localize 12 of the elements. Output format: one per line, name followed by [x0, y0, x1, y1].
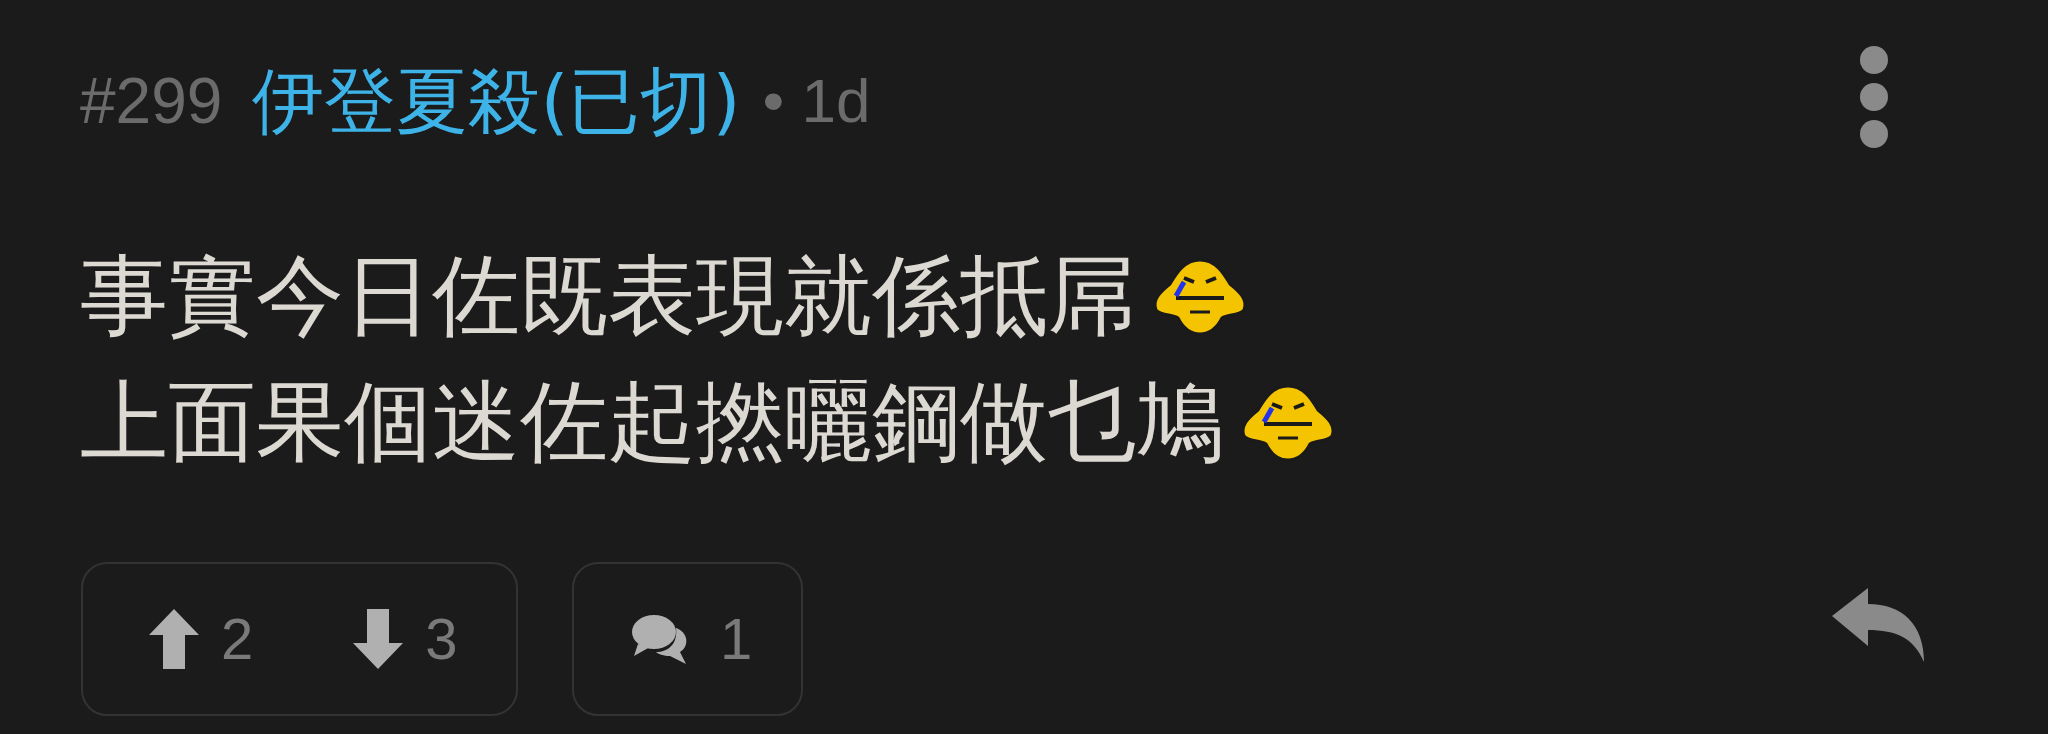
upvote-arrow-icon[interactable]: [149, 609, 199, 669]
author-name[interactable]: 伊登夏殺(已切): [252, 65, 741, 137]
comments-button[interactable]: 1: [572, 562, 803, 716]
downvote-arrow-icon[interactable]: [353, 609, 404, 669]
reply-icon[interactable]: [1832, 588, 1926, 662]
downvote-count: 3: [425, 610, 458, 668]
post-time: • 1d: [762, 70, 871, 132]
upvote-count: 2: [221, 610, 254, 668]
more-options-icon[interactable]: [1858, 44, 1890, 150]
comment-line: 上面果個迷佐起撚曬鋼做乜鳩: [80, 378, 1224, 466]
post-number: #299: [80, 69, 223, 133]
comment-line: 事實今日佐既表現就係抵屌: [80, 252, 1136, 340]
